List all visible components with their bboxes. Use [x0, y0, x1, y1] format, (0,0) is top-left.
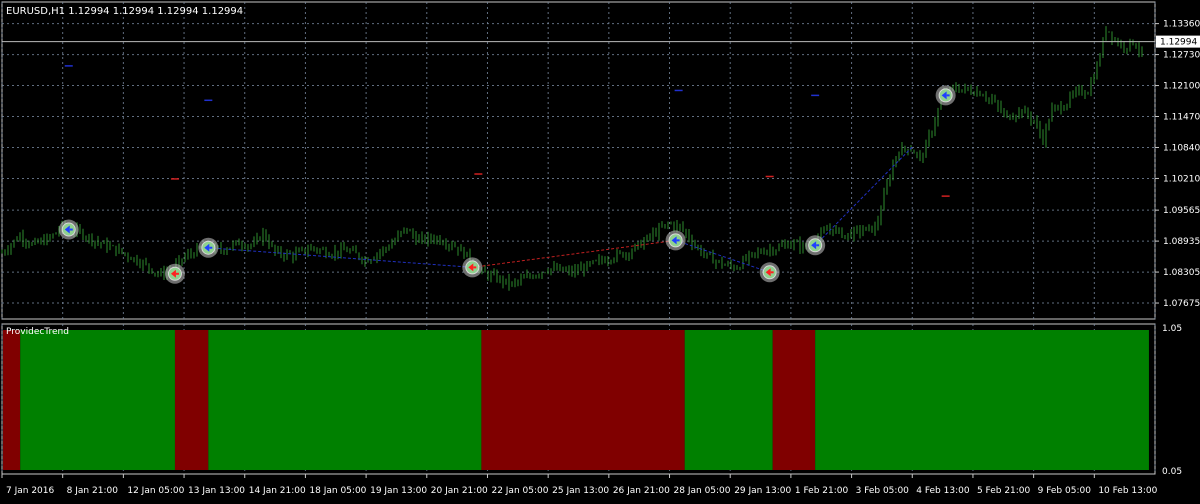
- trend-bar-down: [481, 330, 685, 470]
- time-tick-label: 7 Jan 2016: [6, 486, 54, 496]
- time-tick-label: 26 Jan 21:00: [613, 486, 670, 496]
- trend-bar-up: [684, 330, 773, 470]
- price-tick-label: 1.09565: [1163, 206, 1200, 216]
- time-tick-label: 3 Feb 05:00: [856, 486, 910, 496]
- indicator-name: ProvidecTrend: [6, 327, 69, 337]
- time-tick-label: 28 Jan 05:00: [674, 486, 731, 496]
- indicator-min-label: 0.05: [1162, 467, 1182, 477]
- price-axis: 1.13360 1.12730 1.12100 1.11470 1.10840 1.102…: [1155, 20, 1200, 309]
- price-tick-label: 1.13360: [1163, 20, 1200, 30]
- trend-histogram: [3, 330, 1149, 470]
- time-tick-label: 18 Jan 05:00: [309, 486, 366, 496]
- trading-chart[interactable]: 1.13360 1.12730 1.12100 1.11470 1.10840 1.102…: [0, 0, 1200, 500]
- trend-bar-up: [208, 330, 482, 470]
- price-tick-label: 1.12730: [1163, 51, 1200, 61]
- time-tick-label: 22 Jan 05:00: [491, 486, 548, 496]
- time-tick-label: 8 Jan 21:00: [67, 486, 119, 496]
- time-tick-label: 25 Jan 13:00: [552, 486, 609, 496]
- time-tick-label: 14 Jan 21:00: [249, 486, 306, 496]
- current-price-label: 1.12994: [1160, 38, 1197, 48]
- price-tick-label: 1.10840: [1163, 143, 1200, 153]
- trend-bar-down: [3, 330, 21, 470]
- price-tick-label: 1.11470: [1163, 113, 1200, 123]
- time-axis: 7 Jan 2016 8 Jan 21:00 12 Jan 05:00 13 Jan …: [1, 474, 1158, 496]
- price-tick-label: 1.12100: [1163, 82, 1200, 92]
- trend-bar-down: [772, 330, 816, 470]
- time-tick-label: 1 Feb 21:00: [795, 486, 849, 496]
- indicator-max-label: 1.05: [1162, 324, 1182, 334]
- time-tick-label: 20 Jan 21:00: [431, 486, 488, 496]
- symbol-info: EURUSD,H1 1.12994 1.12994 1.12994 1.1299…: [6, 6, 243, 17]
- time-tick-label: 12 Jan 05:00: [127, 486, 184, 496]
- trend-bar-up: [815, 330, 1149, 470]
- price-tick-label: 1.10210: [1163, 174, 1200, 184]
- time-tick-label: 19 Jan 13:00: [370, 486, 427, 496]
- price-tick-label: 1.07675: [1163, 299, 1200, 309]
- time-tick-label: 13 Jan 13:00: [188, 486, 245, 496]
- time-tick-label: 10 Feb 13:00: [1098, 486, 1157, 496]
- trend-bar-down: [174, 330, 209, 470]
- time-tick-label: 9 Feb 05:00: [1038, 486, 1092, 496]
- time-tick-label: 4 Feb 13:00: [916, 486, 970, 496]
- price-tick-label: 1.08935: [1163, 237, 1200, 247]
- price-tick-label: 1.08305: [1163, 268, 1200, 278]
- chart-canvas[interactable]: 1.13360 1.12730 1.12100 1.11470 1.10840 1.102…: [0, 0, 1200, 500]
- time-tick-label: 5 Feb 21:00: [977, 486, 1031, 496]
- time-tick-label: 29 Jan 13:00: [734, 486, 791, 496]
- trend-bar-up: [20, 330, 175, 470]
